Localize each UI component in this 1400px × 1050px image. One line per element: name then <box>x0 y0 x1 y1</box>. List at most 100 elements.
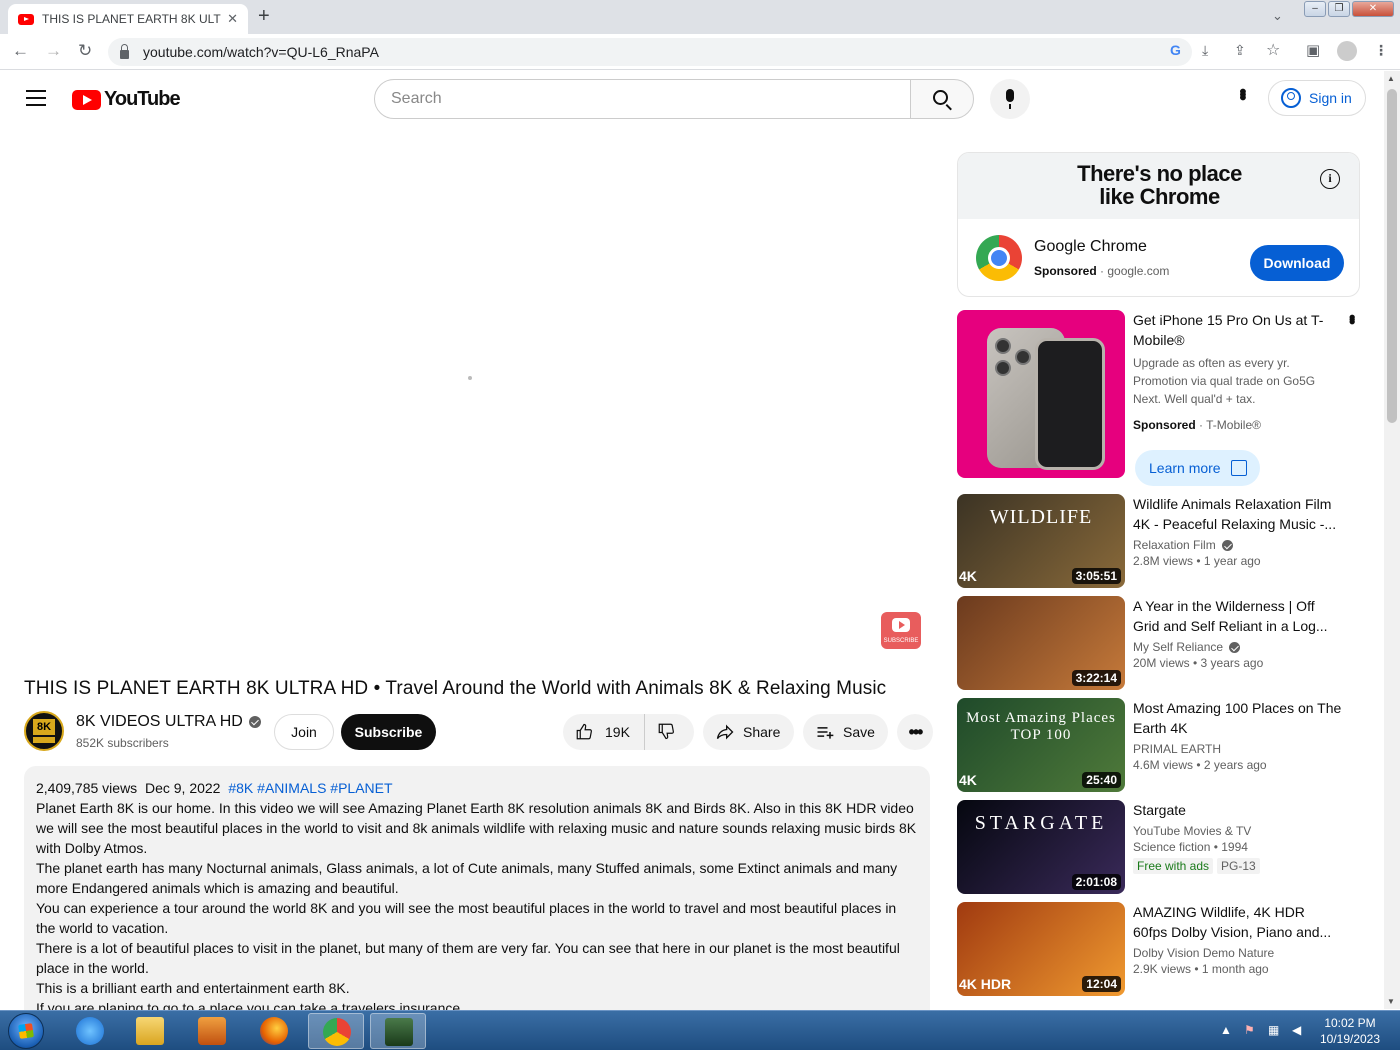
quality-badge: 4K <box>959 568 977 584</box>
install-app-icon[interactable]: ⤓ <box>1202 42 1208 59</box>
tab-close-icon[interactable]: ✕ <box>227 11 238 27</box>
taskbar-internet-explorer[interactable] <box>62 1013 118 1049</box>
scrollbar-thumb[interactable] <box>1387 89 1397 423</box>
search-input[interactable] <box>391 90 910 108</box>
channel-name[interactable]: PRIMAL EARTH <box>1133 742 1343 756</box>
network-icon[interactable]: ▦ <box>1268 1023 1284 1039</box>
browser-tab-active[interactable]: THIS IS PLANET EARTH 8K ULTRA ✕ <box>8 4 248 34</box>
video-thumbnail[interactable]: 4K HDR 12:04 <box>957 902 1125 996</box>
channel-name[interactable]: Relaxation Film <box>1133 538 1343 552</box>
video-duration: 12:04 <box>1082 976 1121 992</box>
quality-badge: 4K HDR <box>959 976 1012 992</box>
learn-more-button[interactable]: Learn more <box>1135 450 1260 486</box>
ad-info-icon[interactable]: i <box>1320 169 1340 189</box>
subscribe-button[interactable]: Subscribe <box>341 714 436 750</box>
video-info: A Year in the Wilderness | Off Grid and … <box>1133 596 1343 670</box>
recommended-video[interactable]: 4K HDR 12:04 AMAZING Wildlife, 4K HDR 60fp… <box>957 902 1360 998</box>
video-thumbnail[interactable]: WILDLIFE 4K 3:05:51 <box>957 494 1125 588</box>
close-window-button[interactable]: ✕ <box>1352 1 1394 17</box>
start-button[interactable] <box>8 1013 44 1049</box>
taskbar-media-player[interactable] <box>184 1013 240 1049</box>
subscribe-watermark-button[interactable]: SUBSCRIBE <box>881 612 921 649</box>
video-description[interactable]: 2,409,785 views Dec 9, 2022 #8K #ANIMALS… <box>24 766 930 1026</box>
save-button[interactable]: Save <box>803 714 888 750</box>
reload-icon[interactable]: ↻ <box>78 41 92 61</box>
volume-muted-icon[interactable]: ◀ <box>1292 1023 1308 1039</box>
side-panel-icon[interactable]: ▣ <box>1306 41 1320 59</box>
profile-avatar-icon[interactable] <box>1337 41 1357 61</box>
taskbar-terminal-app[interactable] <box>370 1013 426 1049</box>
thumbnail-text: STARGATE <box>974 812 1108 834</box>
camera-lens <box>1015 349 1031 365</box>
microphone-icon <box>1006 89 1014 109</box>
share-button[interactable]: Share <box>703 714 794 750</box>
taskbar-firefox[interactable] <box>246 1013 302 1049</box>
channel-name[interactable]: 8K VIDEOS ULTRA HD <box>76 713 261 731</box>
ad-headline: There's no place like Chrome <box>958 162 1359 208</box>
video-info: Most Amazing 100 Places on The Earth 4K P… <box>1133 698 1343 772</box>
taskbar-clock[interactable]: 10:02 PM 10/19/2023 <box>1318 1015 1382 1047</box>
video-thumbnail[interactable]: Most Amazing Places TOP 100 4K 25:40 <box>957 698 1125 792</box>
video-player[interactable]: SUBSCRIBE <box>24 140 930 660</box>
show-hidden-icons-icon[interactable]: ▲ <box>1220 1023 1236 1039</box>
video-thumbnail[interactable]: 3:22:14 <box>957 596 1125 690</box>
video-stats: 20M views • 3 years ago <box>1133 656 1264 670</box>
dislike-button[interactable] <box>645 722 687 743</box>
video-title[interactable]: AMAZING Wildlife, 4K HDR 60fps Dolby Vis… <box>1133 902 1343 942</box>
voice-search-button[interactable] <box>990 79 1030 119</box>
search-button[interactable] <box>910 79 974 119</box>
video-title[interactable]: Most Amazing 100 Places on The Earth 4K <box>1133 698 1343 738</box>
video-title[interactable]: A Year in the Wilderness | Off Grid and … <box>1133 596 1343 636</box>
share-page-icon[interactable]: ⇪ <box>1234 42 1246 59</box>
recommended-video[interactable]: WILDLIFE 4K 3:05:51 Wildlife Animals Relaxa… <box>957 494 1360 590</box>
video-title[interactable]: Stargate <box>1133 800 1343 820</box>
youtube-logo[interactable]: YouTube <box>72 88 181 111</box>
scroll-down-arrow-icon[interactable]: ▼ <box>1387 997 1395 1006</box>
url-text: youtube.com/watch?v=QU-L6_RnaPA <box>143 44 379 60</box>
video-stats: 2.8M views • 1 year ago <box>1133 554 1261 568</box>
like-button[interactable]: 19K <box>563 714 645 750</box>
recommended-video[interactable]: Most Amazing Places TOP 100 4K 25:40 Most A… <box>957 698 1360 794</box>
new-tab-button[interactable]: + <box>258 5 270 28</box>
ad-download-button[interactable]: Download <box>1250 245 1344 281</box>
iphone-ad[interactable]: Get iPhone 15 Pro On Us at T-Mobile® Upg… <box>957 310 1362 486</box>
address-bar[interactable]: youtube.com/watch?v=QU-L6_RnaPA <box>108 38 1192 66</box>
action-center-flag-icon[interactable]: ⚑ <box>1244 1023 1260 1039</box>
thumbnail-text: WILDLIFE <box>989 506 1093 528</box>
taskbar-chrome[interactable] <box>308 1013 364 1049</box>
video-thumbnail[interactable]: STARGATE 2:01:08 <box>957 800 1125 894</box>
chrome-menu-icon[interactable]: ⋮ <box>1374 42 1388 59</box>
clock-date: 10/19/2023 <box>1319 1032 1381 1046</box>
minimize-window-button[interactable]: – <box>1304 1 1326 17</box>
sign-in-button[interactable]: Sign in <box>1268 80 1366 116</box>
thumbs-up-icon <box>576 723 592 740</box>
page-scrollbar[interactable]: ▲ ▼ <box>1384 71 1400 1009</box>
more-actions-button[interactable]: ••• <box>897 714 933 750</box>
ad-more-options-icon[interactable]: ••• <box>1341 314 1362 321</box>
forward-arrow-icon[interactable]: → <box>45 41 62 61</box>
channel-avatar[interactable]: 8K <box>24 711 64 751</box>
chrome-ad-card[interactable]: There's no place like Chrome i Google Ch… <box>957 152 1360 297</box>
iphone-ad-thumbnail[interactable] <box>957 310 1125 478</box>
channel-name[interactable]: My Self Reliance <box>1133 640 1343 654</box>
bookmark-star-icon[interactable]: ☆ <box>1266 40 1280 60</box>
scroll-up-arrow-icon[interactable]: ▲ <box>1387 74 1395 83</box>
tab-search-chevron-icon[interactable]: ⌄ <box>1272 8 1283 24</box>
verified-badge-icon <box>1221 539 1233 551</box>
folder-icon <box>136 1017 164 1045</box>
sponsored-label: Sponsored <box>1034 264 1097 278</box>
restore-window-button[interactable]: ❐ <box>1328 1 1350 17</box>
channel-name[interactable]: YouTube Movies & TV <box>1133 824 1343 838</box>
taskbar-file-explorer[interactable] <box>122 1013 178 1049</box>
channel-name[interactable]: Dolby Vision Demo Nature <box>1133 946 1343 960</box>
join-button[interactable]: Join <box>274 714 334 750</box>
hamburger-menu-icon[interactable] <box>26 90 46 106</box>
google-translate-icon[interactable]: G <box>1170 42 1181 58</box>
back-arrow-icon[interactable]: ← <box>12 41 29 61</box>
settings-more-icon[interactable]: ••• <box>1231 88 1253 97</box>
video-title[interactable]: Wildlife Animals Relaxation Film 4K - Pe… <box>1133 494 1343 534</box>
like-count: 19K <box>605 724 630 740</box>
recommended-video[interactable]: 3:22:14 A Year in the Wilderness | Off Gr… <box>957 596 1360 692</box>
recommended-video[interactable]: STARGATE 2:01:08 Stargate YouTube Movies & … <box>957 800 1360 896</box>
hashtags[interactable]: #8K #ANIMALS #PLANET <box>228 780 392 796</box>
